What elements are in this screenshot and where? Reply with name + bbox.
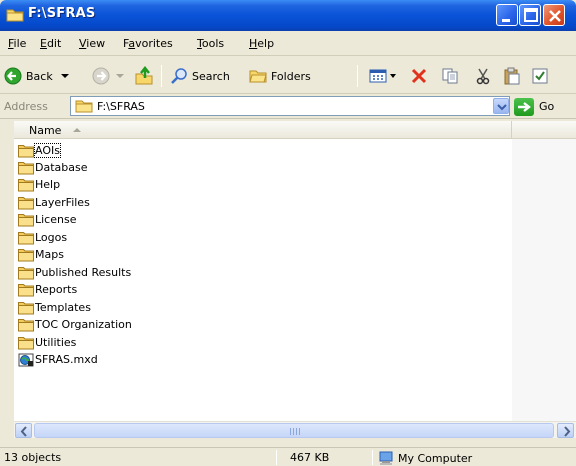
search-icon [171, 68, 187, 84]
list-item-utilities[interactable]: Utilities [18, 334, 76, 351]
standard-toolbar: Back Search Folders [0, 57, 576, 94]
close-button[interactable] [543, 4, 565, 26]
copy-to-button[interactable] [441, 64, 459, 88]
title-bar[interactable]: F:\SFRAS [0, 0, 576, 31]
status-divider [372, 450, 373, 465]
address-value: F:\SFRAS [97, 100, 145, 113]
menu-file[interactable]: File [8, 37, 26, 50]
chevron-left-icon [20, 426, 27, 437]
maximize-button[interactable] [519, 4, 541, 26]
paste-icon [504, 67, 520, 85]
folder-icon [18, 213, 34, 226]
folder-icon [18, 248, 34, 261]
menu-view[interactable]: View [79, 37, 105, 50]
scrollbar-thumb[interactable] [34, 423, 554, 438]
horizontal-scrollbar[interactable] [14, 421, 576, 438]
folder-icon [18, 283, 34, 296]
folder-icon [18, 161, 34, 174]
list-item-toc-organization[interactable]: TOC Organization [18, 316, 132, 333]
properties-icon [532, 68, 548, 84]
menu-edit[interactable]: Edit [40, 37, 61, 50]
folder-icon [18, 144, 34, 157]
window-title: F:\SFRAS [28, 6, 96, 21]
toolbar-separator [161, 65, 162, 87]
scroll-left-button[interactable] [15, 423, 32, 438]
column-header-empty[interactable] [513, 121, 576, 139]
go-arrow-icon [514, 97, 534, 116]
back-button[interactable]: Back [4, 64, 71, 88]
forward-button[interactable] [92, 64, 126, 88]
list-item-templates[interactable]: Templates [18, 299, 91, 316]
up-folder-icon [135, 66, 153, 85]
explorer-window: F:\SFRAS File Edit View Favorites Tools … [0, 0, 576, 466]
column-header-row: Name [14, 121, 576, 139]
folder-icon [18, 336, 34, 349]
forward-arrow-icon [92, 67, 110, 85]
arcmap-document-icon [18, 353, 34, 366]
menu-bar: File Edit View Favorites Tools Help [0, 31, 576, 81]
list-item-logos[interactable]: Logos [18, 229, 67, 246]
list-item-license[interactable]: License [18, 211, 76, 228]
delete-button[interactable] [410, 64, 428, 88]
chevron-down-icon [390, 74, 396, 78]
folder-icon [18, 196, 34, 209]
status-location: My Computer [378, 451, 472, 465]
address-dropdown-button[interactable] [493, 98, 509, 114]
cut-button[interactable] [474, 64, 492, 88]
minimize-button[interactable] [496, 4, 518, 26]
folder-icon [6, 7, 24, 23]
folder-icon [75, 100, 93, 113]
scroll-right-button[interactable] [557, 423, 574, 438]
menu-help[interactable]: Help [249, 37, 274, 50]
column-header-name[interactable]: Name [14, 121, 512, 139]
menu-favorites[interactable]: Favorites [123, 37, 173, 50]
my-computer-icon [379, 451, 393, 465]
list-item-help[interactable]: Help [18, 176, 60, 193]
status-divider [276, 450, 277, 465]
sort-ascending-icon [73, 128, 81, 132]
folders-button[interactable]: Folders [249, 64, 311, 88]
cut-icon [476, 68, 490, 85]
folder-icon [18, 231, 34, 244]
up-folder-button[interactable] [134, 64, 154, 88]
folder-icon [18, 301, 34, 314]
folders-icon [249, 70, 267, 83]
chevron-right-icon [564, 426, 571, 437]
address-label: Address [4, 100, 48, 113]
back-arrow-icon [4, 67, 22, 85]
list-item-sfras-mxd[interactable]: SFRAS.mxd [18, 351, 98, 368]
paste-button[interactable] [503, 64, 521, 88]
folder-icon [18, 318, 34, 331]
list-item-layerfiles[interactable]: LayerFiles [18, 194, 90, 211]
chevron-down-icon [60, 74, 69, 78]
folder-icon [18, 178, 34, 191]
chevron-down-icon [116, 74, 124, 78]
scroll-grip-icon [290, 428, 300, 435]
status-object-count: 13 objects [4, 451, 62, 464]
list-item-reports[interactable]: Reports [18, 281, 77, 298]
list-item-database[interactable]: Database [18, 159, 88, 176]
file-list-pane[interactable]: Name AOIs Database Help LayerFiles Licen… [14, 121, 576, 421]
chevron-down-icon [497, 104, 507, 111]
status-size: 467 KB [290, 451, 330, 464]
delete-icon [411, 68, 427, 84]
copy-icon [442, 68, 458, 84]
address-bar: Address F:\SFRAS Go [0, 94, 576, 119]
list-item-published-results[interactable]: Published Results [18, 264, 131, 281]
list-item-aois[interactable]: AOIs [18, 142, 61, 159]
toolbar-separator [357, 65, 358, 87]
views-icon [369, 69, 387, 83]
properties-button[interactable] [531, 64, 549, 88]
empty-column-area [512, 139, 576, 421]
views-button[interactable] [369, 64, 397, 88]
menu-tools[interactable]: Tools [197, 37, 224, 50]
search-button[interactable]: Search [170, 64, 230, 88]
address-input[interactable]: F:\SFRAS [70, 96, 510, 116]
go-button[interactable]: Go [514, 97, 574, 116]
folder-icon [18, 266, 34, 279]
list-item-maps[interactable]: Maps [18, 246, 64, 263]
status-bar: 13 objects 467 KB My Computer [0, 447, 576, 466]
